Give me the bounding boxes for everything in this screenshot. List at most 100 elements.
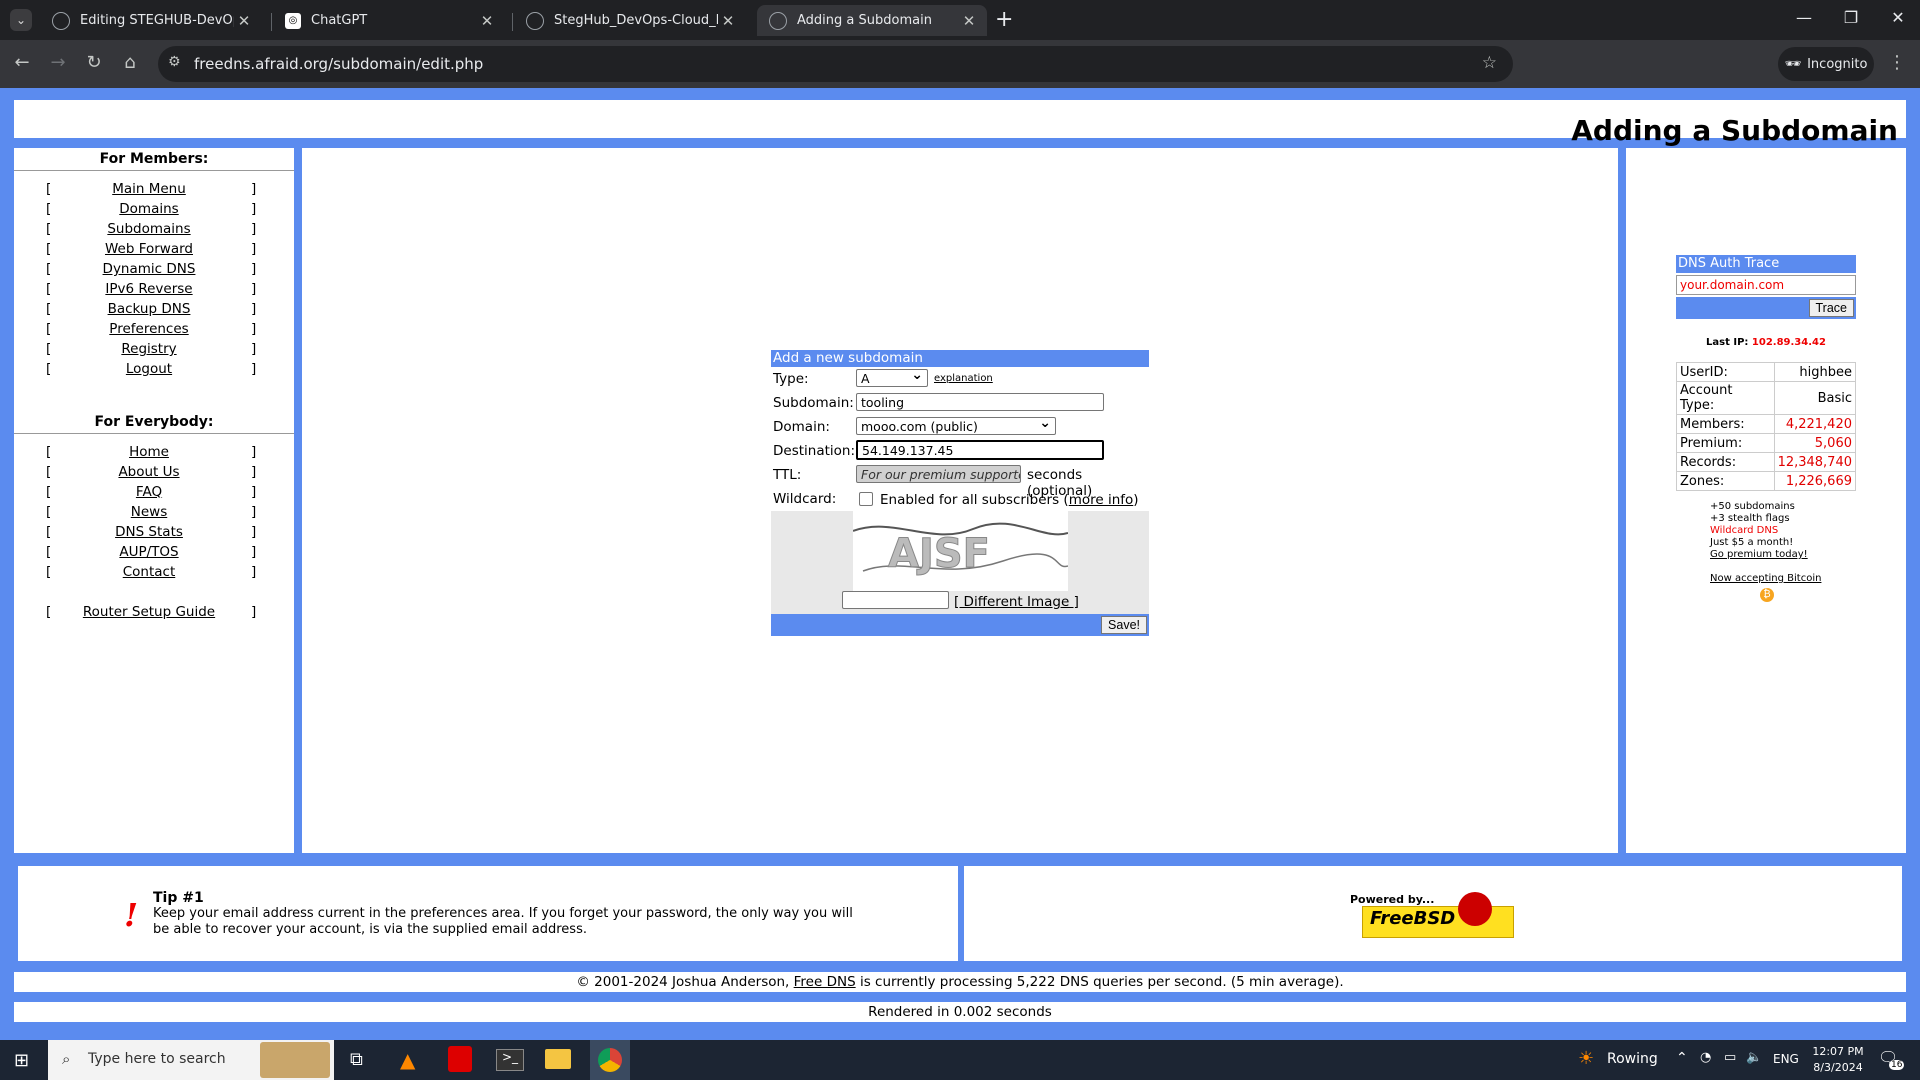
copyright-prefix: © 2001-2024 Joshua Anderson, — [576, 974, 794, 990]
restore-icon[interactable]: ❐ — [1836, 8, 1866, 27]
address-bar[interactable]: ⚙ freedns.afraid.org/subdomain/edit.php … — [158, 46, 1513, 82]
forward-icon[interactable]: → — [46, 52, 70, 73]
bracket: ] — [251, 341, 257, 357]
reload-icon[interactable]: ↻ — [82, 52, 106, 73]
trace-domain-input[interactable]: your.domain.com — [1676, 275, 1856, 295]
language-indicator[interactable]: ENG — [1773, 1052, 1799, 1066]
different-image-link[interactable]: [ Different Image ] — [954, 594, 1079, 610]
bookmark-star-icon[interactable]: ☆ — [1482, 53, 1497, 73]
back-icon[interactable]: ← — [10, 52, 34, 73]
explanation-link[interactable]: explanation — [934, 373, 993, 384]
site-info-icon[interactable]: ⚙ — [168, 54, 181, 70]
vlc-icon[interactable]: ▲ — [400, 1048, 415, 1072]
captcha-input[interactable] — [842, 591, 949, 609]
add-subdomain-form: Add a new subdomain Type: A explanation … — [771, 350, 1149, 636]
subdomain-input[interactable]: tooling — [856, 393, 1104, 411]
home-icon[interactable]: ⌂ — [118, 52, 142, 73]
bracket: ] — [251, 321, 257, 337]
bracket: ] — [251, 301, 257, 317]
members-nav-link[interactable]: Web Forward — [56, 241, 242, 257]
everybody-nav-link[interactable]: About Us — [56, 464, 242, 480]
ttl-input[interactable]: For our premium supporters — [856, 465, 1021, 483]
close-tab-icon[interactable]: ✕ — [477, 12, 497, 30]
close-tab-icon[interactable]: ✕ — [718, 12, 738, 30]
members-nav-link[interactable]: IPv6 Reverse — [56, 281, 242, 297]
everybody-nav-link[interactable]: Contact — [56, 564, 242, 580]
members-nav-link[interactable]: Registry — [56, 341, 242, 357]
menu-icon[interactable]: ⋮ — [1888, 52, 1906, 73]
globe-icon — [769, 11, 787, 30]
members-nav-link[interactable]: Preferences — [56, 321, 242, 337]
bracket: ] — [251, 241, 257, 257]
free-dns-link[interactable]: Free DNS — [794, 974, 856, 990]
members-nav-link[interactable]: Logout — [56, 361, 242, 377]
volume-icon[interactable]: 🔈 — [1746, 1050, 1762, 1065]
router-setup-guide-link[interactable]: Router Setup Guide — [56, 604, 242, 620]
bracket: [ — [46, 484, 52, 500]
acrobat-icon[interactable] — [448, 1046, 472, 1072]
type-select[interactable]: A — [856, 366, 928, 387]
network-icon[interactable]: ◔ — [1700, 1050, 1711, 1065]
members-nav-link[interactable]: Backup DNS — [56, 301, 242, 317]
bracket: ] — [251, 544, 257, 560]
tab-adding-subdomain[interactable]: Adding a Subdomain ✕ — [757, 5, 987, 36]
bracket: ] — [251, 261, 257, 277]
bracket: [ — [46, 444, 52, 460]
new-tab-button[interactable]: + — [995, 7, 1013, 32]
close-tab-icon[interactable]: ✕ — [234, 12, 254, 30]
file-explorer-icon[interactable] — [545, 1049, 571, 1069]
destination-input[interactable]: 54.149.137.45 — [856, 440, 1104, 460]
type-row: Type: A explanation — [771, 366, 1149, 391]
task-view-icon[interactable]: ⧉ — [350, 1049, 363, 1070]
notification-count: 16 — [1889, 1060, 1905, 1070]
chrome-taskbar-item[interactable] — [590, 1040, 630, 1080]
more-info-link[interactable]: more info — [1069, 492, 1134, 508]
trace-button[interactable]: Trace — [1808, 299, 1854, 317]
wildcard-text: Enabled for all subscribers ( — [880, 492, 1069, 508]
sidebar-item-logout: [Logout] — [14, 361, 294, 381]
terminal-icon[interactable]: >_ — [496, 1049, 524, 1071]
go-premium-link[interactable]: Go premium today! — [1710, 549, 1821, 561]
close-window-icon[interactable]: ✕ — [1883, 8, 1913, 27]
wildcard-description: Enabled for all subscribers (more info) — [880, 492, 1139, 508]
sidebar-item-registry: [Registry] — [14, 341, 294, 361]
copyright-bar: © 2001-2024 Joshua Anderson, Free DNS is… — [14, 972, 1906, 992]
everybody-nav-link[interactable]: AUP/TOS — [56, 544, 242, 560]
windows-start-icon[interactable]: ⊞ — [14, 1050, 29, 1071]
subdomain-row: Subdomain: tooling — [771, 391, 1149, 415]
close-tab-icon[interactable]: ✕ — [959, 12, 979, 30]
everybody-nav-link[interactable]: News — [56, 504, 242, 520]
bracket: ] — [251, 564, 257, 580]
bracket: [ — [46, 341, 52, 357]
bracket: [ — [46, 504, 52, 520]
incognito-label: Incognito — [1807, 56, 1868, 72]
bitcoin-link[interactable]: Now accepting Bitcoin — [1710, 573, 1821, 585]
members-nav-link[interactable]: Subdomains — [56, 221, 242, 237]
domain-select[interactable]: mooo.com (public) — [856, 414, 1056, 435]
members-nav-link[interactable]: Domains — [56, 201, 242, 217]
url-text[interactable]: freedns.afraid.org/subdomain/edit.php — [194, 55, 483, 73]
tab-search-button[interactable]: ⌄ — [10, 9, 32, 31]
minimize-icon[interactable]: — — [1789, 8, 1819, 27]
taskbar-search[interactable]: ⌕ Type here to search — [48, 1040, 334, 1080]
bracket: ] — [251, 464, 257, 480]
powered-by-text: Powered by... — [1350, 893, 1435, 906]
everybody-nav-link[interactable]: DNS Stats — [56, 524, 242, 540]
everybody-nav-link[interactable]: Home — [56, 444, 242, 460]
clock[interactable]: 12:07 PM 8/3/2024 — [1810, 1044, 1866, 1076]
incognito-indicator[interactable]: 🕶 Incognito — [1778, 47, 1874, 81]
wildcard-checkbox[interactable] — [859, 492, 873, 506]
save-button[interactable]: Save! — [1101, 616, 1147, 634]
weather-text[interactable]: Rowing — [1607, 1051, 1658, 1067]
freebsd-logo[interactable]: Powered by... FreeBSD — [1350, 890, 1514, 938]
tab-chatgpt[interactable]: ◎ ChatGPT ✕ — [273, 5, 505, 36]
tab-steghub-engine[interactable]: StegHub_DevOps-Cloud_Engine ✕ — [514, 5, 746, 36]
battery-icon[interactable]: ▭ — [1724, 1050, 1736, 1065]
tab-editing-steghub[interactable]: Editing STEGHUB-DevOps-cloud ✕ — [40, 5, 262, 36]
bracket: ] — [251, 221, 257, 237]
tray-chevron-icon[interactable]: ⌃ — [1676, 1050, 1688, 1066]
members-nav-link[interactable]: Dynamic DNS — [56, 261, 242, 277]
bracket: ] — [251, 361, 257, 377]
members-nav-link[interactable]: Main Menu — [56, 181, 242, 197]
everybody-nav-link[interactable]: FAQ — [56, 484, 242, 500]
